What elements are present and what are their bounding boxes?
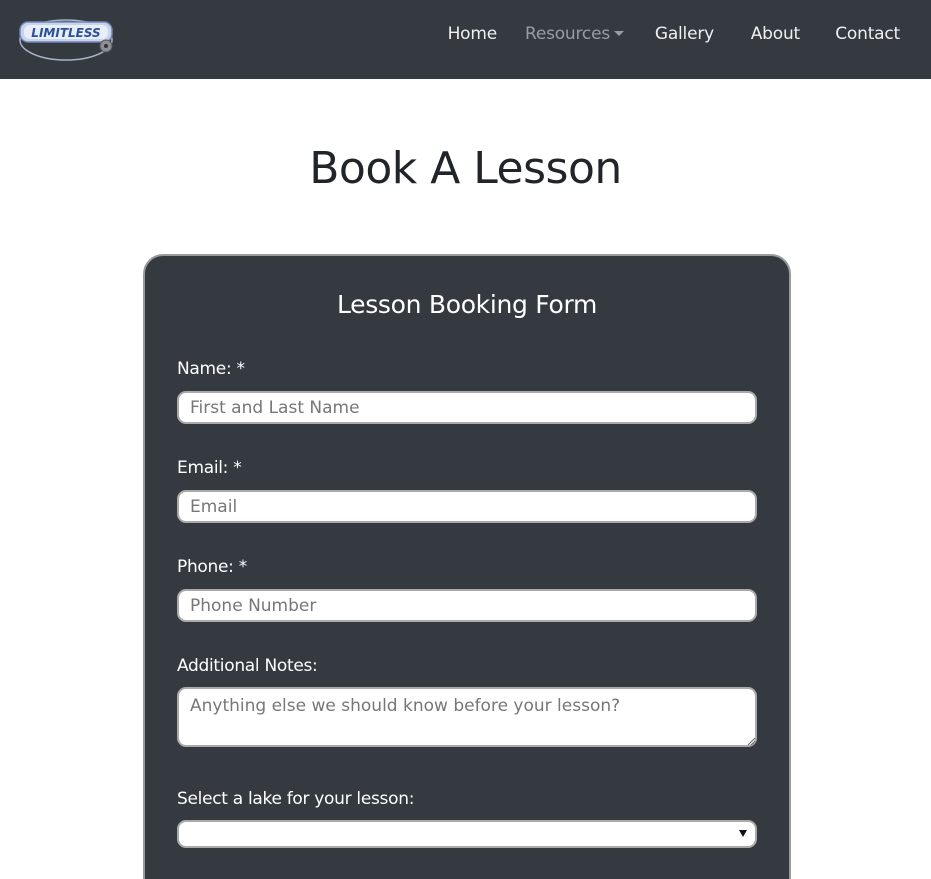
nav-gallery-link[interactable]: Gallery (655, 22, 714, 46)
brand-logo[interactable]: LIMITLESS (16, 14, 116, 64)
notes-textarea[interactable] (177, 687, 757, 747)
notes-label: Additional Notes: (177, 656, 318, 676)
navbar: LIMITLESS Home Resources Gallery About C… (0, 0, 931, 79)
svg-text:LIMITLESS: LIMITLESS (31, 26, 100, 40)
lake-label: Select a lake for your lesson: (177, 789, 415, 809)
dropdown-arrow-icon (739, 830, 747, 837)
page-title: Book A Lesson (309, 143, 622, 194)
caret-down-icon (614, 31, 624, 36)
nav-resources-label: Resources (524, 24, 610, 44)
nav-home-link[interactable]: Home (448, 22, 498, 46)
email-input[interactable] (177, 490, 757, 523)
nav-resources-dropdown[interactable]: Resources (525, 22, 624, 46)
notes-wrapper (177, 687, 757, 747)
nav-about-link[interactable]: About (751, 22, 800, 46)
phone-input[interactable] (177, 589, 757, 622)
limitless-logo-icon: LIMITLESS (19, 19, 113, 61)
email-label: Email: * (177, 458, 242, 478)
nav-contact-link[interactable]: Contact (835, 22, 900, 46)
phone-label: Phone: * (177, 557, 247, 577)
form-title: Lesson Booking Form (336, 290, 598, 319)
booking-form-card: Lesson Booking Form Name: * Email: * Pho… (143, 254, 791, 879)
resize-grip-icon[interactable] (746, 736, 756, 746)
name-input[interactable] (177, 391, 757, 424)
lake-select[interactable] (177, 820, 757, 848)
name-label: Name: * (177, 359, 245, 379)
